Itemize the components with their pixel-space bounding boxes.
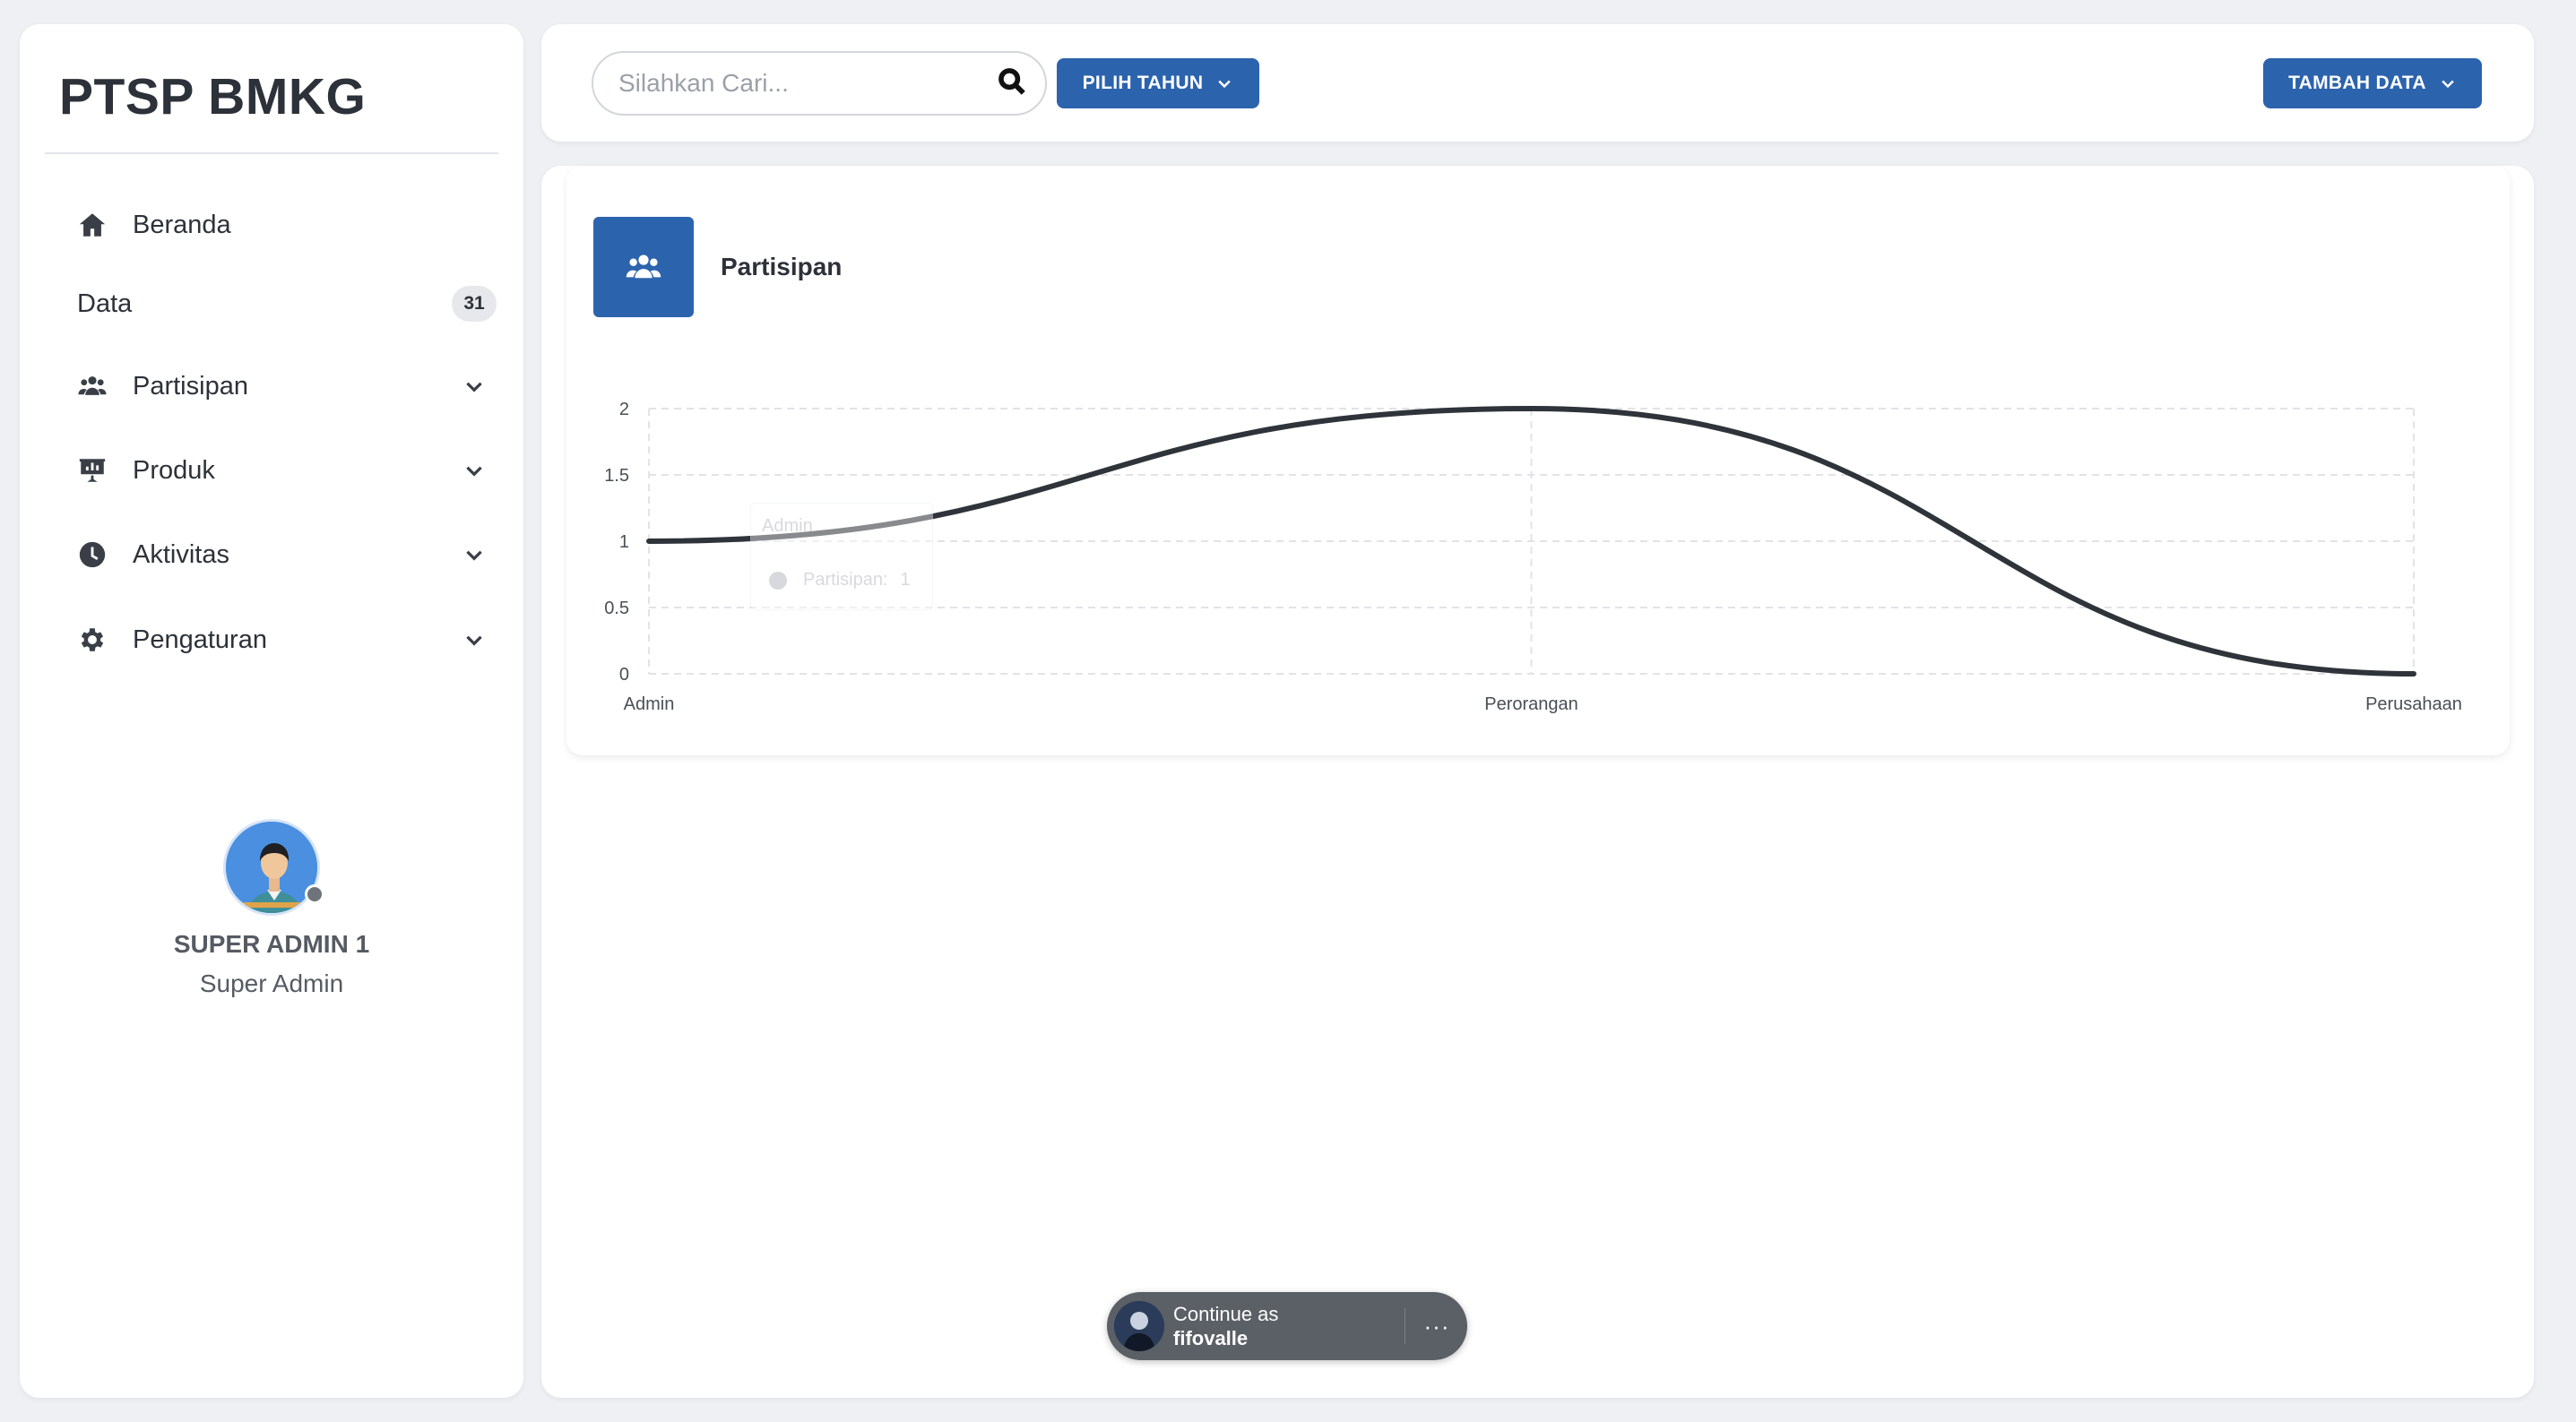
x-tick-label: Admin	[624, 694, 675, 714]
sidebar-item-label: Partisipan	[133, 371, 248, 401]
chevron-down-icon	[1218, 80, 1232, 89]
status-dot	[305, 884, 324, 904]
sidebar-item-label: Aktivitas	[133, 539, 229, 569]
chevron-down-icon	[2442, 80, 2454, 89]
account-name: fifovalle	[1173, 1327, 1249, 1349]
sidebar-item-label: Data	[77, 289, 133, 318]
chevron-down-icon	[462, 543, 486, 566]
data-point	[2413, 673, 2415, 675]
clock-icon	[77, 539, 108, 570]
gear-icon	[77, 625, 108, 655]
add-data-button[interactable]: TAMBAH DATA	[2263, 58, 2482, 108]
x-tick-label: Perorangan	[1484, 694, 1578, 714]
presentation-icon	[77, 455, 108, 486]
tooltip-title: Admin	[762, 516, 813, 536]
chevron-down-icon	[462, 628, 486, 651]
sidebar-item-beranda[interactable]: Beranda	[77, 194, 497, 256]
sidebar-item-label: Beranda	[133, 210, 231, 239]
main-content: Partisipan 0 0.5 1 1.5 2 Admin Perorangan Perus…	[541, 166, 2534, 1398]
avatar[interactable]	[223, 819, 320, 916]
data-point	[648, 540, 650, 542]
y-tick-label: 2	[619, 400, 629, 419]
data-point	[1530, 408, 1533, 409]
y-tick-label: 0	[619, 665, 629, 685]
sidebar-item-data[interactable]: Data 31	[77, 272, 497, 335]
y-tick-label: 1	[619, 532, 629, 552]
tooltip-label: Partisipan:	[803, 570, 888, 590]
continue-as-label: Continue as	[1173, 1303, 1279, 1325]
count-badge: 31	[452, 286, 497, 322]
tooltip-swatch	[769, 571, 787, 590]
chevron-down-icon	[462, 375, 486, 398]
user-profile: SUPER ADMIN 1 Super Admin	[20, 819, 523, 998]
profile-name: SUPER ADMIN 1	[173, 930, 370, 958]
chart-tooltip: Admin Partisipan: 1	[750, 503, 933, 610]
brand-title: PTSP BMKG	[59, 68, 367, 125]
continue-as-text: Continue as fifovalle	[1173, 1302, 1278, 1350]
account-avatar	[1114, 1301, 1164, 1351]
select-year-button[interactable]: PILIH TAHUN	[1057, 58, 1259, 108]
y-tick-label: 0.5	[604, 599, 629, 618]
tooltip-value: 1	[900, 570, 911, 590]
users-icon	[77, 371, 108, 401]
home-icon	[77, 210, 108, 240]
sidebar-item-partisipan[interactable]: Partisipan	[77, 355, 497, 418]
top-bar: PILIH TAHUN TAMBAH DATA	[541, 24, 2534, 142]
sidebar-item-label: Produk	[133, 455, 215, 485]
brand-divider	[45, 152, 498, 154]
sidebar-item-pengaturan[interactable]: Pengaturan	[77, 608, 497, 671]
sidebar: PTSP BMKG Beranda Data 31 Partisipan Pro…	[20, 24, 523, 1398]
x-tick-label: Perusahaan	[2365, 694, 2462, 714]
tooltip-row: Partisipan: 1	[769, 570, 911, 590]
search-icon[interactable]	[997, 66, 1027, 101]
add-data-label: TAMBAH DATA	[2288, 73, 2426, 93]
avatar-illustration	[226, 822, 317, 913]
chevron-down-icon	[462, 459, 486, 482]
profile-role: Super Admin	[199, 970, 344, 997]
participant-chart-card: Partisipan 0 0.5 1 1.5 2 Admin Perorangan Perus…	[566, 166, 2510, 755]
more-options-button[interactable]: ···	[1419, 1310, 1455, 1342]
sidebar-item-produk[interactable]: Produk	[77, 439, 497, 502]
search-box	[592, 51, 1047, 116]
search-input[interactable]	[618, 69, 997, 98]
y-tick-label: 1.5	[604, 466, 629, 486]
participant-line-chart[interactable]: 0 0.5 1 1.5 2 Admin Perorangan Perusahaan	[566, 166, 2510, 755]
sidebar-item-aktivitas[interactable]: Aktivitas	[77, 523, 497, 586]
select-year-label: PILIH TAHUN	[1082, 73, 1204, 93]
continue-as-prompt[interactable]: Continue as fifovalle ···	[1107, 1292, 1467, 1360]
sidebar-item-label: Pengaturan	[133, 625, 267, 654]
